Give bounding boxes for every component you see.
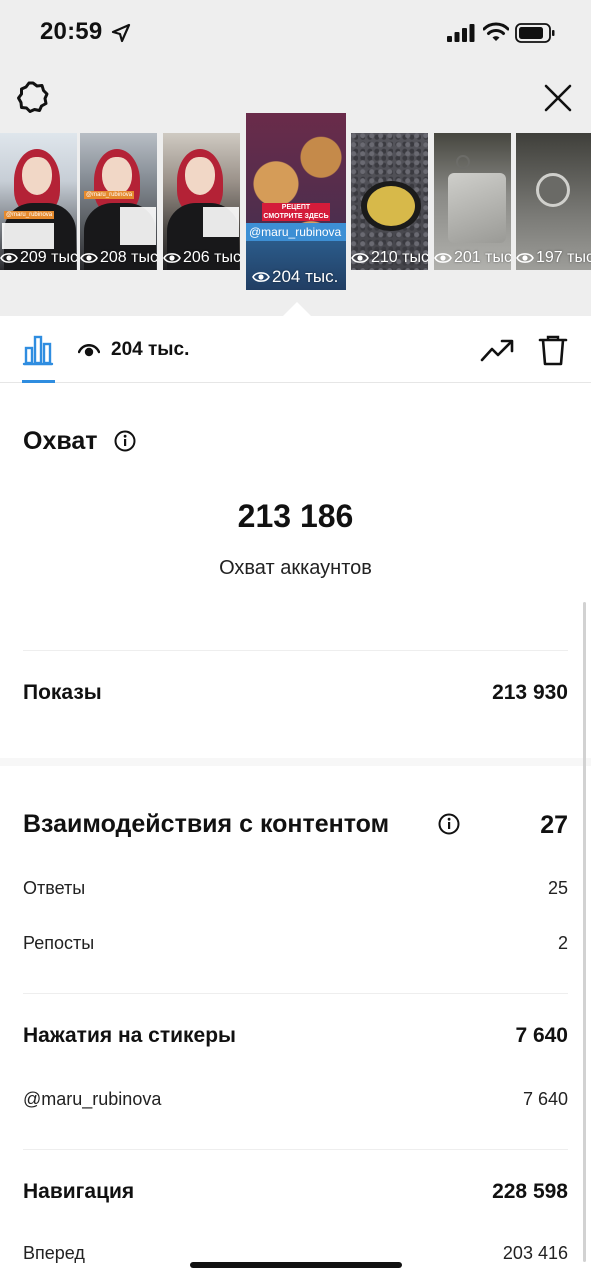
impressions-value: 213 930 (492, 681, 568, 704)
eye-icon (0, 253, 18, 263)
story-thumbnail[interactable]: 201 тыс. (434, 133, 511, 270)
status-bar: 20:59 (0, 0, 591, 70)
thumbnail-views: 197 тыс. (536, 249, 591, 266)
eye-icon (80, 253, 98, 263)
close-icon[interactable] (540, 80, 576, 116)
bar-chart-icon[interactable] (22, 334, 54, 366)
settings-gear-icon[interactable] (16, 80, 50, 114)
story-thumbnail[interactable]: 206 тыс. (163, 133, 240, 270)
thumbnail-views: 201 тыс. (454, 249, 511, 266)
divider (23, 993, 568, 994)
navigation-label: Навигация (23, 1180, 135, 1203)
selected-pointer (283, 302, 311, 316)
info-icon[interactable] (438, 813, 460, 835)
info-icon[interactable] (114, 430, 136, 452)
interactions-value: 27 (540, 811, 568, 839)
thumbnail-banner: РЕЦЕПТ СМОТРИТЕ ЗДЕСЬ (262, 203, 330, 221)
eye-icon (351, 253, 369, 263)
cellular-signal-icon (447, 24, 475, 42)
story-thumbnail[interactable]: 197 тыс. (516, 133, 591, 270)
eye-icon (163, 253, 181, 263)
thumbnail-sticker: @maru_rubinova (246, 223, 346, 241)
location-arrow-icon (111, 23, 131, 43)
eye-icon (252, 272, 270, 282)
forward-value: 203 416 (502, 1243, 568, 1263)
impressions-label: Показы (23, 681, 102, 704)
story-thumbnail[interactable]: @maru_rubinova 208 тыс. (80, 133, 157, 270)
trash-icon[interactable] (538, 334, 568, 366)
divider (23, 650, 568, 651)
thumbnail-views: 209 тыс. (20, 249, 77, 266)
section-separator (0, 758, 591, 766)
eye-icon (516, 253, 534, 263)
views-count: 204 тыс. (111, 339, 190, 360)
active-tab-indicator (22, 380, 55, 383)
thumbnail-views: 204 тыс. (272, 267, 339, 286)
story-thumbnail-selected[interactable]: РЕЦЕПТ СМОТРИТЕ ЗДЕСЬ @maru_rubinova 204… (246, 113, 346, 290)
eye-icon (434, 253, 452, 263)
sticker-handle-value: 7 640 (522, 1089, 568, 1109)
reach-caption: Охват аккаунтов (219, 557, 372, 579)
divider (23, 1149, 568, 1150)
thumbnail-tag: @maru_rubinova (4, 211, 55, 219)
scrollbar[interactable] (583, 602, 586, 1262)
trending-up-icon[interactable] (480, 336, 514, 364)
status-time: 20:59 (40, 18, 103, 45)
replies-value: 25 (547, 878, 568, 898)
story-thumbnail[interactable]: 210 тыс. (351, 133, 428, 270)
shares-label: Репосты (23, 933, 95, 953)
thumbnail-views: 210 тыс. (371, 249, 428, 266)
reach-title: Охват (23, 427, 98, 455)
reach-value: 213 186 (237, 498, 354, 534)
sticker-taps-value: 7 640 (515, 1024, 568, 1047)
thumbnail-views: 206 тыс. (183, 249, 240, 266)
eye-icon (78, 344, 100, 357)
battery-icon (515, 23, 555, 43)
interactions-title: Взаимодействия с контентом (23, 810, 390, 838)
home-indicator[interactable] (190, 1262, 402, 1268)
wifi-icon (483, 22, 509, 41)
thumbnail-tag: @maru_rubinova (84, 191, 135, 199)
thumbnail-views: 208 тыс. (100, 249, 157, 266)
navigation-value: 228 598 (492, 1180, 568, 1203)
sticker-handle-label: @maru_rubinova (23, 1089, 162, 1109)
replies-label: Ответы (23, 878, 86, 898)
forward-label: Вперед (23, 1243, 85, 1263)
sticker-taps-label: Нажатия на стикеры (23, 1024, 236, 1047)
story-thumbnail[interactable]: @maru_rubinova 209 тыс. (0, 133, 77, 270)
shares-value: 2 (557, 933, 568, 953)
